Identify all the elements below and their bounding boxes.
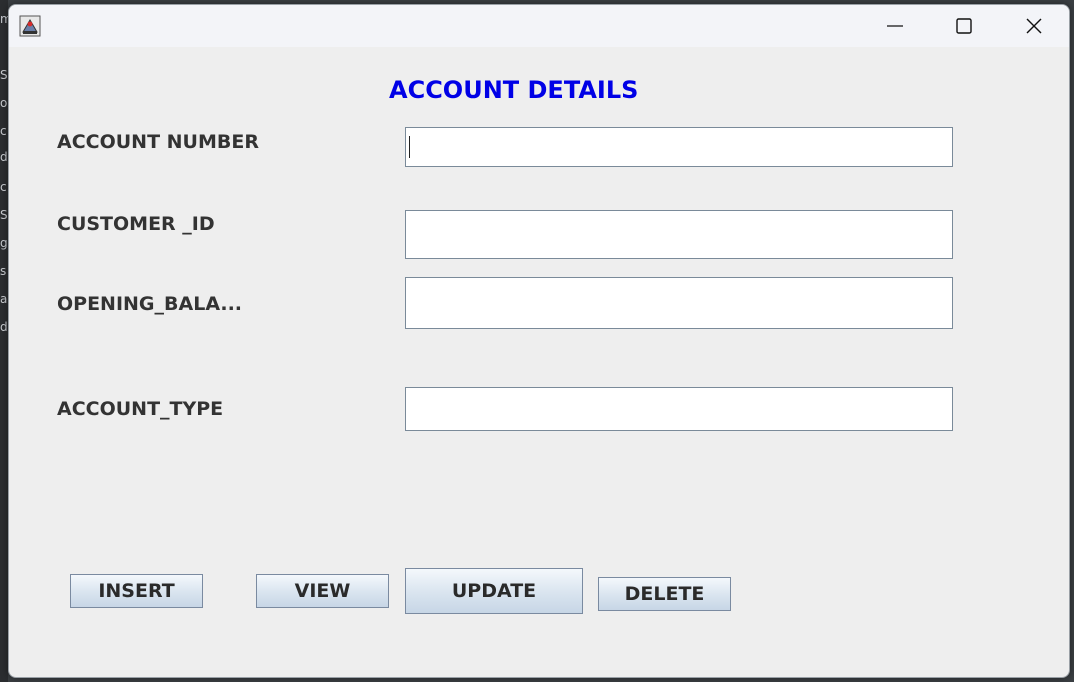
- close-icon: [1026, 18, 1042, 34]
- title-bar[interactable]: [9, 5, 1069, 47]
- account-number-label: ACCOUNT NUMBER: [57, 131, 259, 153]
- view-button[interactable]: VIEW: [256, 574, 389, 608]
- bg-glyph: d: [0, 320, 8, 334]
- app-window: ACCOUNT DETAILS ACCOUNT NUMBER CUSTOMER …: [8, 4, 1070, 678]
- bg-glyph: g: [0, 236, 8, 250]
- insert-button[interactable]: INSERT: [70, 574, 203, 608]
- java-cup-icon[interactable]: [19, 15, 41, 37]
- bg-glyph: o: [0, 96, 8, 110]
- delete-button[interactable]: DELETE: [598, 577, 731, 611]
- opening-balance-label: OPENING_BALA...: [57, 293, 243, 315]
- close-button[interactable]: [999, 5, 1069, 47]
- account-type-field[interactable]: [405, 387, 953, 431]
- customer-id-field[interactable]: [405, 210, 953, 259]
- minimize-button[interactable]: [860, 5, 930, 47]
- bg-glyph: S: [0, 208, 8, 222]
- background-window-edge: m S o c d c S g s a d: [0, 0, 12, 682]
- bg-glyph: c: [0, 180, 7, 194]
- bg-glyph: s: [0, 264, 7, 278]
- maximize-button[interactable]: [929, 5, 999, 47]
- text-caret: [409, 136, 410, 158]
- bg-glyph: d: [0, 150, 8, 164]
- customer-id-label: CUSTOMER _ID: [57, 213, 215, 235]
- opening-balance-field[interactable]: [405, 277, 953, 329]
- bg-glyph: S: [0, 68, 8, 82]
- bg-glyph: c: [0, 124, 7, 138]
- update-button[interactable]: UPDATE: [405, 568, 583, 614]
- account-type-label: ACCOUNT_TYPE: [57, 398, 224, 420]
- bg-glyph: a: [0, 292, 8, 306]
- page-title: ACCOUNT DETAILS: [389, 76, 639, 104]
- account-number-field[interactable]: [405, 127, 953, 167]
- maximize-icon: [956, 18, 972, 34]
- form-panel: ACCOUNT DETAILS ACCOUNT NUMBER CUSTOMER …: [9, 47, 1069, 677]
- minimize-icon: [887, 25, 903, 27]
